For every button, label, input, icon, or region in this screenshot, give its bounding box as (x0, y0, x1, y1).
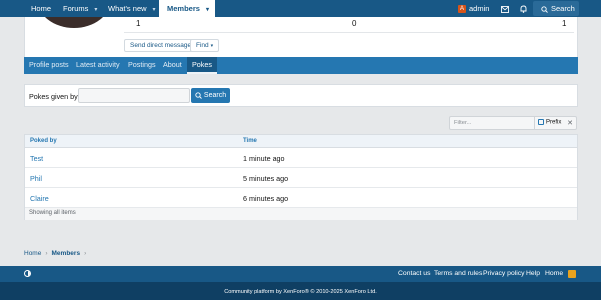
nav-search-label: Search (551, 4, 575, 13)
poke-time: 1 minute ago (243, 154, 285, 163)
pokes-search-button[interactable]: Search (191, 88, 230, 103)
breadcrumb-home[interactable]: Home (24, 250, 41, 257)
stat-reactions: 0 (352, 19, 357, 28)
top-navigation: Home Forums ▾ What's new ▾ Members ▾ Aadmin… (0, 0, 601, 17)
account-name: admin (469, 4, 490, 13)
pokes-given-by-input[interactable] (78, 88, 190, 103)
chevron-right-icon: › (84, 250, 87, 257)
pokes-given-by-label: Pokes given by (29, 92, 78, 101)
nav-home[interactable]: Home (31, 0, 51, 17)
envelope-icon (501, 5, 509, 13)
stat-points: 1 (562, 19, 567, 28)
nav-search-button[interactable]: Search (533, 1, 579, 16)
account-menu[interactable]: Aadmin (458, 0, 489, 17)
tab-postings[interactable]: Postings (128, 57, 156, 74)
tab-about[interactable]: About (163, 57, 182, 74)
checkbox-icon (538, 119, 544, 125)
nav-home-label: Home (31, 4, 52, 13)
divider (124, 32, 574, 33)
column-poked-by[interactable]: Poked by (30, 138, 57, 144)
chevron-down-icon: ▾ (210, 43, 214, 49)
footer-copyright-bar: Community platform by XenForo® © 2010-20… (0, 282, 601, 300)
filter-control: Filter... Prefix ✕ (449, 116, 577, 130)
table-row: Phil 5 minutes ago (25, 168, 577, 188)
table-row: Claire 6 minutes ago (25, 188, 577, 208)
footer-contact-us[interactable]: Contact us (398, 270, 431, 277)
nav-whats-new-label: What's new (108, 4, 147, 13)
footer-help[interactable]: Help (526, 270, 540, 277)
poke-time: 5 minutes ago (243, 174, 289, 183)
footer-links-bar: Contact us Terms and rules Privacy polic… (0, 266, 601, 282)
close-icon[interactable]: ✕ (564, 118, 576, 129)
breadcrumb: Home › Members › (24, 250, 90, 257)
poker-link[interactable]: Test (30, 154, 43, 163)
prefix-checkbox[interactable]: Prefix (538, 119, 561, 126)
poker-link[interactable]: Phil (30, 174, 42, 183)
send-direct-message-button[interactable]: Send direct message (124, 39, 198, 52)
tab-latest-activity[interactable]: Latest activity (76, 57, 120, 74)
showing-items-text: Showing all items (29, 210, 76, 216)
pokes-search-label: Search (203, 92, 227, 99)
footer-terms-and-rules[interactable]: Terms and rules (434, 270, 482, 277)
chevron-right-icon: › (45, 250, 48, 257)
footer-privacy-policy[interactable]: Privacy policy (483, 270, 525, 277)
search-icon (541, 5, 548, 13)
nav-members-label: Members (167, 4, 200, 13)
table-footer: Showing all items (25, 208, 577, 220)
theme-toggle-icon[interactable] (24, 270, 31, 277)
avatar: A (458, 5, 466, 14)
stat-messages: 1 (136, 19, 141, 28)
nav-forums-label: Forums (63, 4, 89, 13)
nav-whats-new[interactable]: What's new ▾ (108, 0, 156, 17)
chevron-down-icon[interactable]: ▾ (206, 7, 209, 13)
poke-time: 6 minutes ago (243, 194, 289, 203)
rss-icon[interactable] (568, 270, 576, 278)
inbox-button[interactable] (501, 0, 509, 17)
pokes-filter-form: Pokes given by Search (24, 84, 578, 107)
profile-avatar[interactable] (37, 17, 111, 28)
divider (534, 117, 535, 129)
tab-pokes[interactable]: Pokes (187, 57, 217, 74)
chevron-down-icon[interactable]: ▾ (94, 7, 97, 13)
find-label: Find (196, 42, 209, 49)
search-icon (195, 92, 202, 99)
filter-input[interactable]: Filter... (454, 120, 471, 126)
nav-forums[interactable]: Forums ▾ (63, 0, 97, 17)
table-row: Test 1 minute ago (25, 148, 577, 168)
tab-profile-posts[interactable]: Profile posts (29, 57, 69, 74)
column-time[interactable]: Time (243, 138, 257, 144)
poker-link[interactable]: Claire (30, 194, 49, 203)
breadcrumb-members[interactable]: Members (52, 250, 81, 257)
bell-icon (520, 5, 527, 13)
table-header: Poked by Time (25, 135, 577, 148)
pokes-table: Poked by Time Test 1 minute ago Phil 5 m… (24, 134, 578, 220)
nav-members[interactable]: Members ▾ (159, 0, 215, 17)
copyright-text[interactable]: Community platform by XenForo® © 2010-20… (0, 289, 601, 295)
prefix-label: Prefix (546, 119, 562, 126)
footer-home[interactable]: Home (545, 270, 563, 277)
profile-tabs: Profile posts Latest activity Postings A… (24, 57, 578, 74)
find-button[interactable]: Find ▾ (190, 39, 220, 52)
alerts-button[interactable] (520, 0, 527, 17)
chevron-down-icon[interactable]: ▾ (153, 7, 156, 13)
